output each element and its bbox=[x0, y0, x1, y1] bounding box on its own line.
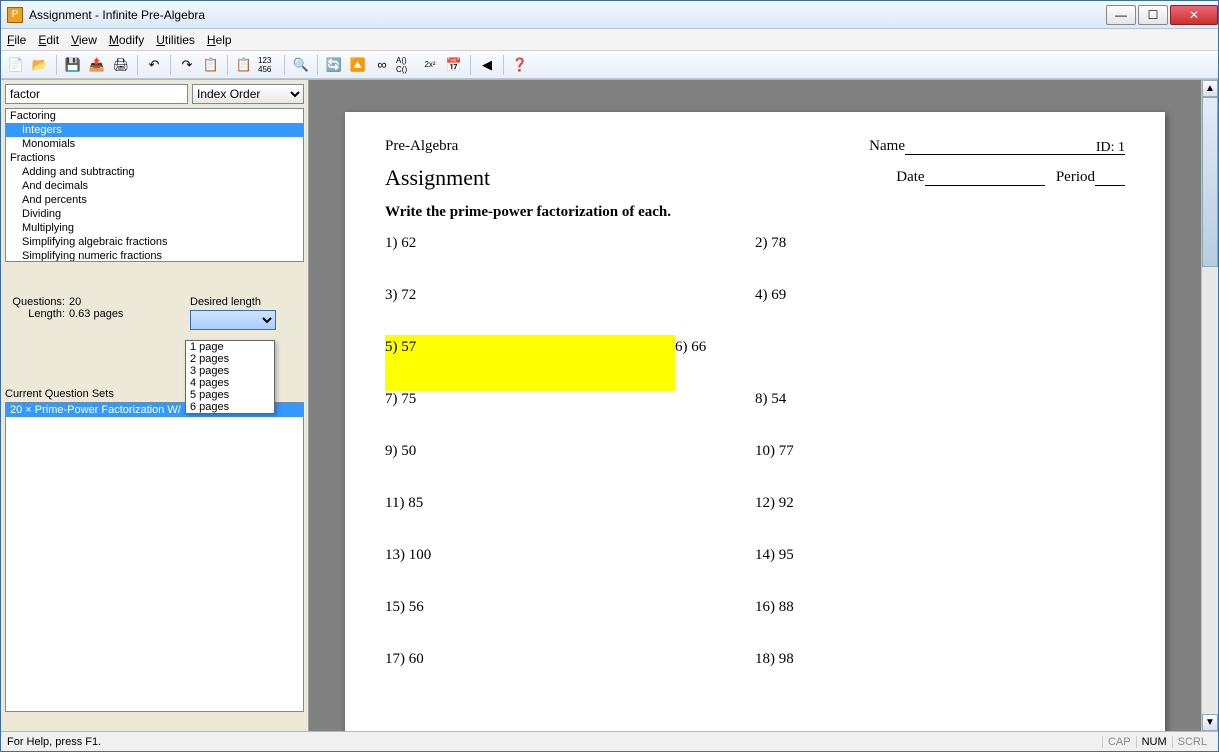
preview-scrollbar[interactable]: ▲ ▼ bbox=[1201, 80, 1218, 731]
question-item[interactable]: 7) 75 bbox=[385, 391, 755, 443]
title-bar: P Assignment - Infinite Pre-Algebra — ☐ … bbox=[1, 1, 1218, 29]
menu-item-view[interactable]: View bbox=[71, 33, 97, 47]
toolbar-button-16[interactable]: 📅 bbox=[443, 54, 465, 76]
scroll-thumb[interactable] bbox=[1202, 97, 1218, 267]
topic-item[interactable]: Simplifying numeric fractions bbox=[6, 249, 303, 262]
question-item[interactable]: 13) 100 bbox=[385, 547, 755, 599]
topic-list[interactable]: FactoringIntegersMonomialsFractionsAddin… bbox=[5, 108, 304, 262]
topic-item[interactable]: And percents bbox=[6, 193, 303, 207]
topic-item[interactable]: Dividing bbox=[6, 207, 303, 221]
question-item[interactable]: 4) 69 bbox=[755, 287, 1125, 339]
length-option[interactable]: 4 pages bbox=[186, 377, 274, 389]
question-item[interactable]: 14) 95 bbox=[755, 547, 1125, 599]
toolbar-button-6[interactable]: ↷ bbox=[176, 54, 198, 76]
status-num: NUM bbox=[1136, 736, 1172, 748]
status-bar: For Help, press F1. CAP NUM SCRL bbox=[1, 731, 1218, 751]
toolbar-button-7[interactable]: 📋 bbox=[200, 54, 222, 76]
toolbar-button-1[interactable]: 📂 bbox=[29, 54, 51, 76]
toolbar-button-2[interactable]: 💾 bbox=[62, 54, 84, 76]
left-panel: Index Order FactoringIntegersMonomialsFr… bbox=[1, 80, 309, 731]
order-select[interactable]: Index Order bbox=[192, 84, 304, 104]
search-input[interactable] bbox=[5, 84, 188, 104]
question-item[interactable]: 15) 56 bbox=[385, 599, 755, 651]
menu-item-modify[interactable]: Modify bbox=[109, 33, 144, 47]
toolbar-button-5[interactable]: ↶ bbox=[143, 54, 165, 76]
date-period-line: Date Period bbox=[385, 169, 1125, 186]
maximize-button[interactable]: ☐ bbox=[1138, 5, 1168, 25]
toolbar-button-13[interactable]: ∞ bbox=[371, 54, 393, 76]
minimize-button[interactable]: — bbox=[1106, 5, 1136, 25]
toolbar-button-0[interactable]: 📄 bbox=[5, 54, 27, 76]
topic-item[interactable]: Multiplying bbox=[6, 221, 303, 235]
toolbar-button-17[interactable]: ◀ bbox=[476, 54, 498, 76]
question-item[interactable]: 10) 77 bbox=[755, 443, 1125, 495]
question-set-list[interactable]: 20 × Prime-Power Factorization W/ bbox=[5, 402, 304, 712]
scroll-up-icon[interactable]: ▲ bbox=[1202, 80, 1218, 97]
length-option[interactable]: 6 pages bbox=[186, 401, 274, 413]
toolbar-button-12[interactable]: 🔼 bbox=[347, 54, 369, 76]
close-button[interactable]: ✕ bbox=[1170, 5, 1218, 25]
app-icon: P bbox=[7, 7, 23, 23]
menu-item-utilities[interactable]: Utilities bbox=[156, 33, 195, 47]
topic-group[interactable]: Fractions bbox=[6, 151, 303, 165]
question-item[interactable]: 3) 72 bbox=[385, 287, 755, 339]
question-item[interactable]: 18) 98 bbox=[755, 651, 1125, 703]
length-option[interactable]: 3 pages bbox=[186, 365, 274, 377]
scroll-down-icon[interactable]: ▼ bbox=[1202, 714, 1218, 731]
question-item[interactable]: 5) 57 bbox=[385, 335, 675, 391]
worksheet-page: ID: 1 Pre-Algebra Name Assignment Date P… bbox=[345, 112, 1165, 731]
topic-item[interactable]: And decimals bbox=[6, 179, 303, 193]
topic-item[interactable]: Integers bbox=[6, 123, 303, 137]
question-item[interactable]: 6) 66 bbox=[675, 339, 1045, 391]
length-option[interactable]: 2 pages bbox=[186, 353, 274, 365]
length-option[interactable]: 5 pages bbox=[186, 389, 274, 401]
status-help-text: For Help, press F1. bbox=[7, 736, 101, 748]
menu-item-file[interactable]: File bbox=[7, 33, 26, 47]
question-item[interactable]: 8) 54 bbox=[755, 391, 1125, 443]
status-cap: CAP bbox=[1102, 736, 1136, 748]
topic-group[interactable]: Factoring bbox=[6, 109, 303, 123]
status-scrl: SCRL bbox=[1172, 736, 1212, 748]
toolbar-button-14[interactable]: A() C() bbox=[395, 54, 417, 76]
length-label: Length: bbox=[9, 308, 65, 320]
toolbar-button-15[interactable]: 2x² bbox=[419, 54, 441, 76]
toolbar-button-10[interactable]: 🔍 bbox=[290, 54, 312, 76]
instruction-text: Write the prime-power factorization of e… bbox=[385, 204, 1125, 221]
menu-item-help[interactable]: Help bbox=[207, 33, 232, 47]
desired-length-popup[interactable]: 1 page2 pages3 pages4 pages5 pages6 page… bbox=[185, 340, 275, 414]
question-item[interactable]: 17) 60 bbox=[385, 651, 755, 703]
menu-item-edit[interactable]: Edit bbox=[38, 33, 59, 47]
preview-area: ID: 1 Pre-Algebra Name Assignment Date P… bbox=[309, 80, 1218, 731]
desired-length-select[interactable] bbox=[190, 310, 276, 330]
question-item[interactable]: 12) 92 bbox=[755, 495, 1125, 547]
name-field: Name bbox=[869, 138, 1125, 155]
toolbar: 📄📂💾📤🖨↶↷📋📋123 456🔍🔄🔼∞A() C()2x²📅◀❓ bbox=[1, 51, 1218, 79]
window-title: Assignment - Infinite Pre-Algebra bbox=[29, 8, 1104, 22]
question-item[interactable]: 16) 88 bbox=[755, 599, 1125, 651]
topic-item[interactable]: Monomials bbox=[6, 137, 303, 151]
length-value: 0.63 pages bbox=[69, 308, 123, 320]
toolbar-button-18[interactable]: ❓ bbox=[509, 54, 531, 76]
main-area: Index Order FactoringIntegersMonomialsFr… bbox=[1, 79, 1218, 731]
toolbar-button-4[interactable]: 🖨 bbox=[110, 54, 132, 76]
question-item[interactable]: 9) 50 bbox=[385, 443, 755, 495]
toolbar-button-11[interactable]: 🔄 bbox=[323, 54, 345, 76]
question-item[interactable]: 2) 78 bbox=[755, 235, 1125, 287]
length-option[interactable]: 1 page bbox=[186, 341, 274, 353]
question-item[interactable]: 1) 62 bbox=[385, 235, 755, 287]
toolbar-button-3[interactable]: 📤 bbox=[86, 54, 108, 76]
questions-label: Questions: bbox=[9, 296, 65, 308]
desired-length-label: Desired length bbox=[190, 296, 300, 308]
menu-bar: File Edit View Modify Utilities Help bbox=[1, 29, 1218, 51]
toolbar-button-8[interactable]: 📋 bbox=[233, 54, 255, 76]
questions-value: 20 bbox=[69, 296, 81, 308]
question-item[interactable]: 11) 85 bbox=[385, 495, 755, 547]
subject-label: Pre-Algebra bbox=[385, 138, 458, 155]
topic-item[interactable]: Simplifying algebraic fractions bbox=[6, 235, 303, 249]
topic-item[interactable]: Adding and subtracting bbox=[6, 165, 303, 179]
toolbar-button-9[interactable]: 123 456 bbox=[257, 54, 279, 76]
